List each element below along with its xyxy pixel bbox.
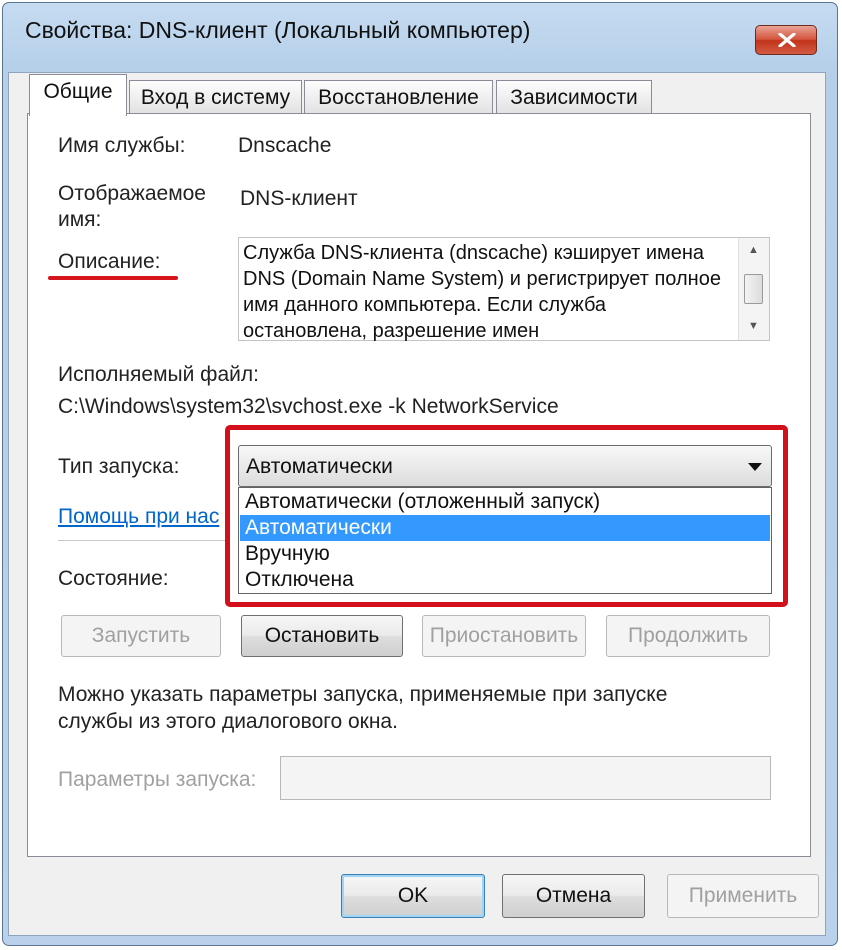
tab-recovery[interactable]: Восстановление <box>304 80 493 113</box>
description-text: Служба DNS-клиента (dnscache) кэширует и… <box>243 242 721 342</box>
scroll-up-icon[interactable]: ▲ <box>748 244 759 256</box>
pause-button[interactable]: Приостановить <box>422 615 586 657</box>
window-title: Свойства: DNS-клиент (Локальный компьюте… <box>25 17 531 43</box>
start-params-note-line2: службы из этого диалогового окна. <box>58 710 398 733</box>
tab-general[interactable]: Общие <box>29 74 127 116</box>
start-button[interactable]: Запустить <box>61 615 221 657</box>
cancel-button[interactable]: Отмена <box>502 874 645 918</box>
status-label: Состояние: <box>58 567 169 590</box>
display-name-label-line2: имя: <box>58 208 102 231</box>
description-underline-annotation <box>48 276 178 280</box>
divider <box>58 540 228 541</box>
exe-label: Исполняемый файл: <box>58 363 259 386</box>
help-link[interactable]: Помощь при нас <box>58 505 223 529</box>
description-label: Описание: <box>58 250 161 273</box>
tab-logon[interactable]: Вход в систему <box>129 80 302 113</box>
display-name-label-line1: Отображаемое <box>58 182 206 205</box>
tab-dependencies[interactable]: Зависимости <box>496 80 652 113</box>
startup-type-label: Тип запуска: <box>58 455 180 478</box>
resume-button[interactable]: Продолжить <box>606 615 770 657</box>
description-textbox[interactable]: Служба DNS-клиента (dnscache) кэширует и… <box>238 237 770 342</box>
startup-type-highlight-annotation <box>225 425 788 607</box>
exe-path: C:\Windows\system32\svchost.exe -k Netwo… <box>58 395 559 418</box>
close-icon <box>778 33 796 47</box>
ok-button[interactable]: OK <box>341 874 485 918</box>
apply-button[interactable]: Применить <box>667 874 819 918</box>
service-name-label: Имя службы: <box>58 134 186 157</box>
close-button[interactable] <box>755 25 817 55</box>
service-name-value: Dnscache <box>238 134 332 157</box>
stop-button[interactable]: Остановить <box>241 615 403 657</box>
start-params-note-line1: Можно указать параметры запуска, применя… <box>58 683 668 706</box>
scroll-down-icon[interactable]: ▼ <box>748 320 759 332</box>
display-name-value: DNS-клиент <box>240 187 358 210</box>
start-params-label: Параметры запуска: <box>58 768 257 791</box>
scroll-thumb[interactable] <box>744 274 763 304</box>
start-params-input[interactable] <box>280 756 771 800</box>
description-scrollbar[interactable]: ▲ ▼ <box>738 238 769 340</box>
